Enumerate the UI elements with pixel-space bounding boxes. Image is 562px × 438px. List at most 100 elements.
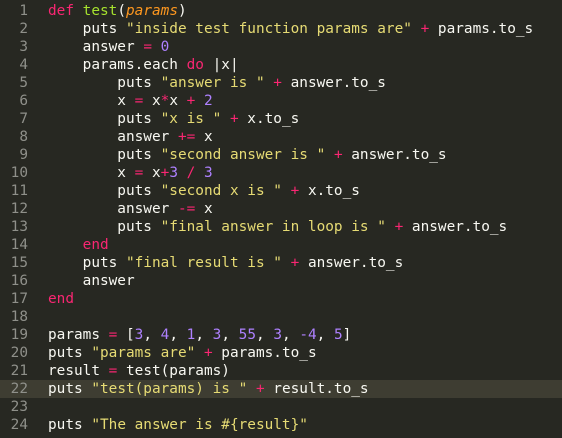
line-code: puts "params are" + params.to_s [48,344,317,362]
line-number: 17 [10,291,28,307]
code-line[interactable]: 12 answer -= x [0,200,562,218]
code-token-plain: x [48,165,135,181]
code-line[interactable]: 3 answer = 0 [0,38,562,56]
line-number: 16 [10,273,28,289]
code-line[interactable]: 11 puts "second x is " + x.to_s [0,182,562,200]
code-line[interactable]: 22 puts "test(params) is " + result.to_s [0,380,562,398]
line-code: answer += x [48,128,212,146]
line-code: puts "second answer is " + answer.to_s [48,146,447,164]
code-token-param: params [126,3,178,19]
code-token-op: + [273,75,282,91]
line-number: 10 [10,165,28,181]
code-editor[interactable]: 1 def test(params) 2 puts "inside test fun… [0,0,562,438]
code-token-op: + [255,381,265,397]
line-code: puts "test(params) is " + result.to_s [48,380,369,398]
code-token-num: -4 [299,327,317,343]
line-number: 4 [19,57,28,73]
code-line[interactable]: 20 puts "params are" + params.to_s [0,344,562,362]
code-line[interactable]: 1 def test(params) [0,2,562,20]
code-line[interactable]: 13 puts "final answer in loop is " + ans… [0,218,562,236]
line-code: end [48,236,109,254]
line-number: 22 [10,381,28,397]
line-number: 15 [10,255,28,271]
code-token-str: "second x is " [160,183,282,199]
code-token-plain: puts [48,147,161,163]
code-line[interactable]: 4 params.each do |x| [0,56,562,74]
code-line[interactable]: 9 puts "second answer is " + answer.to_s [0,146,562,164]
code-token-plain: answer.to_s [342,147,447,163]
code-line[interactable]: 19 params = [3, 4, 1, 3, 55, 3, -4, 5] [0,326,562,344]
code-token-str: "x is " [160,111,222,127]
code-line[interactable]: 7 puts "x is " + x.to_s [0,110,562,128]
line-number: 14 [10,237,28,253]
code-line[interactable]: 21 result = test(params) [0,362,562,380]
line-code: params.each do |x| [48,56,239,74]
code-token-str: "final result is " [125,255,282,271]
line-code: answer [48,272,135,290]
line-number: 24 [10,417,28,433]
code-token-plain: result.to_s [264,381,369,397]
code-line[interactable]: 15 puts "final result is " + answer.to_s [0,254,562,272]
code-line[interactable]: 5 puts "answer is " + answer.to_s [0,74,562,92]
code-token-op: + [229,111,239,127]
code-line[interactable]: 10 x = x+3 / 3 [0,164,562,182]
code-line[interactable]: 2 puts "inside test function params are"… [0,20,562,38]
code-token-plain: answer.to_s [403,219,508,235]
code-line[interactable]: 24 puts "The answer is #{result}" [0,416,562,434]
code-token-num: 55 [238,327,256,343]
code-line[interactable]: 16 answer [0,272,562,290]
line-code: puts "final result is " + answer.to_s [48,254,404,272]
code-line[interactable]: 6 x = x*x + 2 [0,92,562,110]
line-code: puts "second x is " + x.to_s [48,182,360,200]
code-token-op: + [394,219,404,235]
line-number: 3 [19,39,28,55]
line-code: puts "The answer is #{result}" [48,416,308,434]
code-token-plain: answer [48,201,178,217]
line-number: 21 [10,363,28,379]
line-code: puts "x is " + x.to_s [48,110,299,128]
code-token-plain: [ [117,327,135,343]
line-number: 12 [10,201,28,217]
code-token-op: + [290,255,300,271]
code-token-plain: puts [48,417,92,433]
line-code: result = test(params) [48,362,230,380]
code-token-plain: x [48,93,135,109]
code-token-plain: , [143,327,161,343]
code-token-kw: do [186,57,204,73]
code-line[interactable]: 8 answer += x [0,128,562,146]
code-line[interactable]: 18 [0,308,562,326]
line-number: 6 [19,93,28,109]
code-token-op: = [134,165,144,181]
code-token-plain: result [48,363,109,379]
code-token-plain: puts [48,111,161,127]
code-token-plain: , [281,327,300,343]
code-token-kw: def [48,3,74,19]
code-line[interactable]: 17 end [0,290,562,308]
code-line[interactable]: 23 [0,398,562,416]
code-line[interactable]: 14 end [0,236,562,254]
code-token-plain: x [143,165,161,181]
code-token-str: "answer is " [160,75,265,91]
line-code: answer -= x [48,200,212,218]
code-token-op: + [203,345,213,361]
code-token-op: + [290,183,300,199]
line-code: puts "inside test function params are" +… [48,20,534,38]
code-token-plain: puts [48,219,161,235]
line-code: puts "final answer in loop is " + answer… [48,218,507,236]
code-token-plain: puts [48,381,92,397]
code-token-op: += [177,129,196,145]
line-number: 5 [19,75,28,91]
line-number: 13 [10,219,28,235]
code-token-num: 0 [160,39,170,55]
code-token-plain: puts [48,345,92,361]
code-token-str: "inside test function params are" [125,21,412,37]
line-code: puts "answer is " + answer.to_s [48,74,386,92]
